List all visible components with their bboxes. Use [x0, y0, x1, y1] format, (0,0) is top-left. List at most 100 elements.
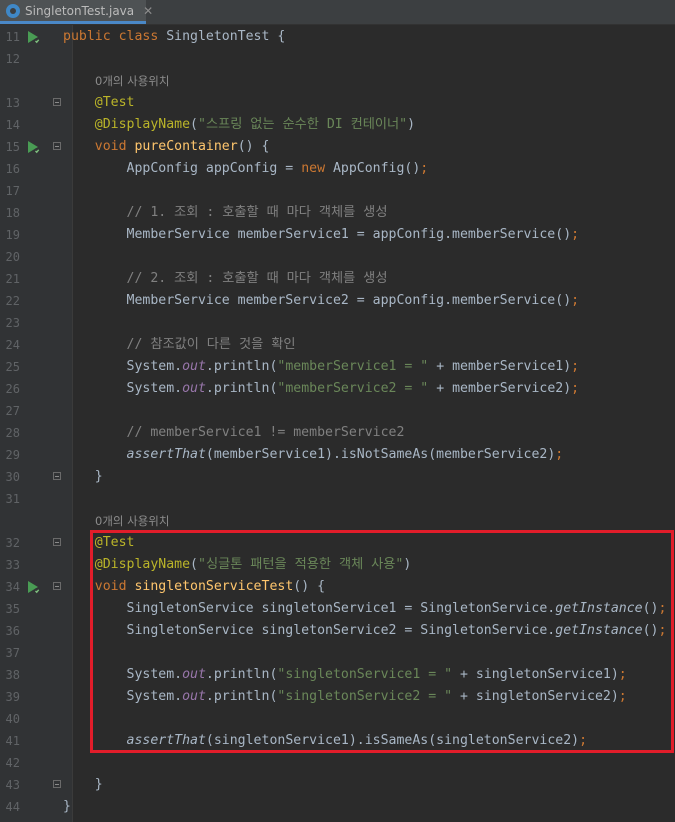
- code-token: ): [407, 117, 416, 132]
- code-line[interactable]: 39 System.out.println("singletonService2…: [0, 686, 675, 708]
- code-token: .println(: [205, 359, 278, 374]
- code-line[interactable]: 31: [0, 488, 675, 510]
- code-line[interactable]: 26 System.out.println("memberService2 = …: [0, 378, 675, 400]
- code-token: @DisplayName: [63, 117, 191, 132]
- code-line[interactable]: 34 void singletonServiceTest() {: [0, 576, 675, 598]
- code-token: singletonServiceTest: [134, 579, 294, 594]
- code-line[interactable]: 44}: [0, 796, 675, 818]
- line-number: 25: [5, 360, 20, 374]
- code-token: ;: [658, 623, 667, 638]
- code-line[interactable]: 14 @DisplayName("스프링 없는 순수한 DI 컨테이너"): [0, 114, 675, 136]
- code-token: (): [642, 623, 659, 638]
- code-line[interactable]: 23: [0, 312, 675, 334]
- code-token: out: [182, 381, 206, 396]
- code-line[interactable]: 12: [0, 48, 675, 70]
- code-line[interactable]: 25 System.out.println("memberService1 = …: [0, 356, 675, 378]
- code-text: void singletonServiceTest() {: [63, 576, 325, 598]
- fold-icon[interactable]: [53, 142, 61, 150]
- code-token: "singletonService2 = ": [277, 689, 453, 704]
- code-token: // 2. 조회 : 호출할 때 마다 객체를 생성: [63, 271, 388, 286]
- code-line[interactable]: 35 SingletonService singletonService1 = …: [0, 598, 675, 620]
- line-number: 17: [5, 184, 20, 198]
- code-text: }: [63, 774, 103, 796]
- code-token: assertThat: [63, 447, 206, 462]
- code-token: ;: [618, 667, 627, 682]
- code-line[interactable]: 21 // 2. 조회 : 호출할 때 마다 객체를 생성: [0, 268, 675, 290]
- run-test-icon[interactable]: [26, 140, 40, 154]
- fold-icon[interactable]: [53, 780, 61, 788]
- run-test-icon[interactable]: [26, 580, 40, 594]
- code-token: void: [63, 579, 135, 594]
- code-line[interactable]: 30 }: [0, 466, 675, 488]
- line-number: 16: [5, 162, 20, 176]
- code-line[interactable]: 40: [0, 708, 675, 730]
- code-line[interactable]: 27: [0, 400, 675, 422]
- code-text: // memberService1 != memberService2: [63, 422, 405, 444]
- code-text: SingletonService singletonService2 = Sin…: [63, 620, 667, 642]
- line-number: 38: [5, 668, 20, 682]
- code-text: MemberService memberService2 = appConfig…: [63, 290, 580, 312]
- code-token: // 1. 조회 : 호출할 때 마다 객체를 생성: [63, 205, 388, 220]
- line-number: 28: [5, 426, 20, 440]
- code-token: void: [63, 139, 135, 154]
- code-token: "memberService2 = ": [277, 381, 429, 396]
- code-token: "singletonService1 = ": [277, 667, 453, 682]
- code-token: SingletonTest {: [166, 29, 286, 44]
- code-token: }: [63, 777, 103, 792]
- code-line[interactable]: 16 AppConfig appConfig = new AppConfig()…: [0, 158, 675, 180]
- code-text: // 참조값이 다른 것을 확인: [63, 334, 296, 356]
- line-number: 20: [5, 250, 20, 264]
- code-line[interactable]: 29 assertThat(memberService1).isNotSameA…: [0, 444, 675, 466]
- code-line[interactable]: 33 @DisplayName("싱글톤 패턴을 적용한 객체 사용"): [0, 554, 675, 576]
- usage-hint[interactable]: 0개의 사용위치: [95, 510, 169, 532]
- code-token: ;: [420, 161, 429, 176]
- code-token: getInstance: [555, 623, 643, 638]
- code-text: @Test: [63, 92, 135, 114]
- usage-hint[interactable]: 0개의 사용위치: [95, 70, 169, 92]
- line-number: 18: [5, 206, 20, 220]
- code-token: public: [63, 29, 119, 44]
- fold-icon[interactable]: [53, 98, 61, 106]
- java-class-icon: [6, 3, 20, 18]
- code-token: out: [182, 689, 206, 704]
- code-line[interactable]: 15 void pureContainer() {: [0, 136, 675, 158]
- code-line[interactable]: 19 MemberService memberService1 = appCon…: [0, 224, 675, 246]
- code-line[interactable]: 41 assertThat(singletonService1).isSameA…: [0, 730, 675, 752]
- code-line[interactable]: 38 System.out.println("singletonService1…: [0, 664, 675, 686]
- code-line[interactable]: 43 }: [0, 774, 675, 796]
- code-line[interactable]: 17: [0, 180, 675, 202]
- line-number: 34: [5, 580, 20, 594]
- fold-icon[interactable]: [53, 582, 61, 590]
- tab-singletontest[interactable]: SingletonTest.java ✕: [0, 0, 153, 24]
- code-token: AppConfig(): [332, 161, 421, 176]
- code-line[interactable]: 13 @Test: [0, 92, 675, 114]
- code-token: + singletonService2): [452, 689, 619, 704]
- code-line[interactable]: 36 SingletonService singletonService2 = …: [0, 620, 675, 642]
- code-line[interactable]: 37: [0, 642, 675, 664]
- fold-icon[interactable]: [53, 472, 61, 480]
- code-line[interactable]: 24 // 참조값이 다른 것을 확인: [0, 334, 675, 356]
- run-test-icon[interactable]: [26, 30, 40, 44]
- code-text: AppConfig appConfig = new AppConfig();: [63, 158, 429, 180]
- code-line[interactable]: 28 // memberService1 != memberService2: [0, 422, 675, 444]
- code-token: pureContainer: [134, 139, 238, 154]
- close-icon[interactable]: ✕: [143, 4, 153, 18]
- code-token: (memberService1).isNotSameAs(memberServi…: [205, 447, 556, 462]
- code-token: "싱글톤 패턴을 적용한 객체 사용": [198, 557, 404, 572]
- code-token: "스프링 없는 순수한 DI 컨테이너": [198, 117, 408, 132]
- code-text: // 2. 조회 : 호출할 때 마다 객체를 생성: [63, 268, 388, 290]
- code-line[interactable]: 42: [0, 752, 675, 774]
- code-line[interactable]: 11 public class SingletonTest {: [0, 26, 675, 48]
- code-token: class: [118, 29, 167, 44]
- code-token: System.: [63, 359, 183, 374]
- fold-icon[interactable]: [53, 538, 61, 546]
- code-token: System.: [63, 667, 183, 682]
- line-number: 26: [5, 382, 20, 396]
- code-line[interactable]: 20: [0, 246, 675, 268]
- code-token: () {: [293, 579, 326, 594]
- code-line[interactable]: 18 // 1. 조회 : 호출할 때 마다 객체를 생성: [0, 202, 675, 224]
- tab-label: SingletonTest.java: [25, 3, 135, 18]
- code-text: System.out.println("singletonService2 = …: [63, 686, 627, 708]
- code-line[interactable]: 32 @Test: [0, 532, 675, 554]
- code-line[interactable]: 22 MemberService memberService2 = appCon…: [0, 290, 675, 312]
